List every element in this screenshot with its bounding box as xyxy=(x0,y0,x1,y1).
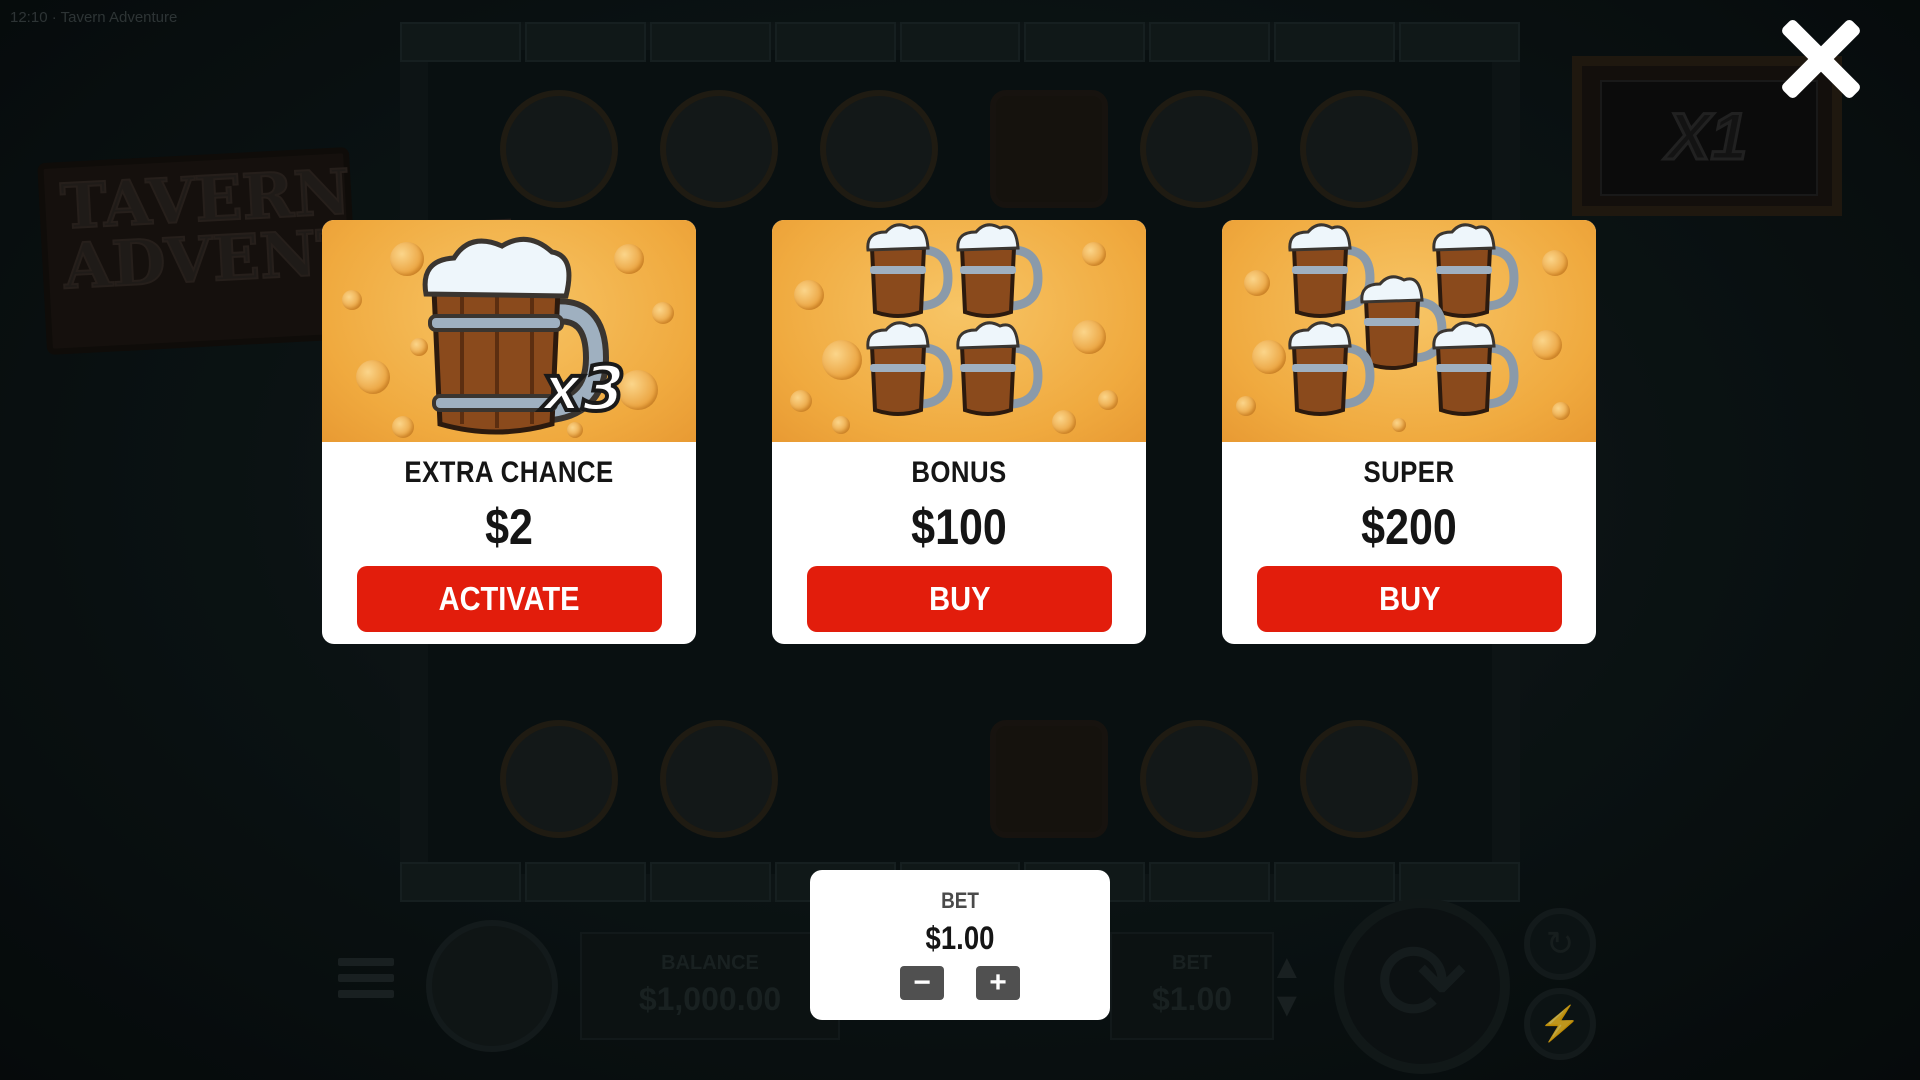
feature-card-bonus: BONUS $100 BUY xyxy=(772,220,1146,644)
bet-label: BET xyxy=(941,888,979,913)
buy-bonus-button[interactable]: BUY xyxy=(807,566,1112,632)
buy-button-label: BUY xyxy=(1378,580,1441,617)
five-mugs-icon xyxy=(1288,223,1519,416)
bet-panel: BET $1.00 − + xyxy=(810,870,1110,1020)
mug-icon: x3 xyxy=(422,236,627,435)
feature-card-super: SUPER $200 BUY xyxy=(1222,220,1596,644)
card-title: BONUS xyxy=(911,456,1007,489)
four-mugs-icon xyxy=(866,223,1043,416)
buy-super-button[interactable]: BUY xyxy=(1257,566,1562,632)
buy-button-label: BUY xyxy=(928,580,991,617)
feature-card-image xyxy=(772,220,1146,442)
activate-button[interactable]: ACTIVATE xyxy=(357,566,662,632)
card-price: $2 xyxy=(485,499,533,555)
mug-multiplier-badge: x3 xyxy=(539,352,625,425)
activate-button-label: ACTIVATE xyxy=(439,580,580,617)
bet-value: $1.00 xyxy=(925,920,995,956)
card-title: EXTRA CHANCE xyxy=(404,456,614,489)
feature-card-image xyxy=(1222,220,1596,442)
bet-increase-button[interactable]: + xyxy=(976,966,1020,1000)
close-icon[interactable] xyxy=(1776,14,1866,104)
feature-card-image: x3 xyxy=(322,220,696,442)
feature-card-extra-chance: x3 EXTRA CHANCE $2 ACTIVATE xyxy=(322,220,696,644)
bet-decrease-button[interactable]: − xyxy=(900,966,944,1000)
card-title: SUPER xyxy=(1363,456,1455,489)
card-price: $100 xyxy=(911,499,1007,555)
card-price: $200 xyxy=(1361,499,1457,555)
